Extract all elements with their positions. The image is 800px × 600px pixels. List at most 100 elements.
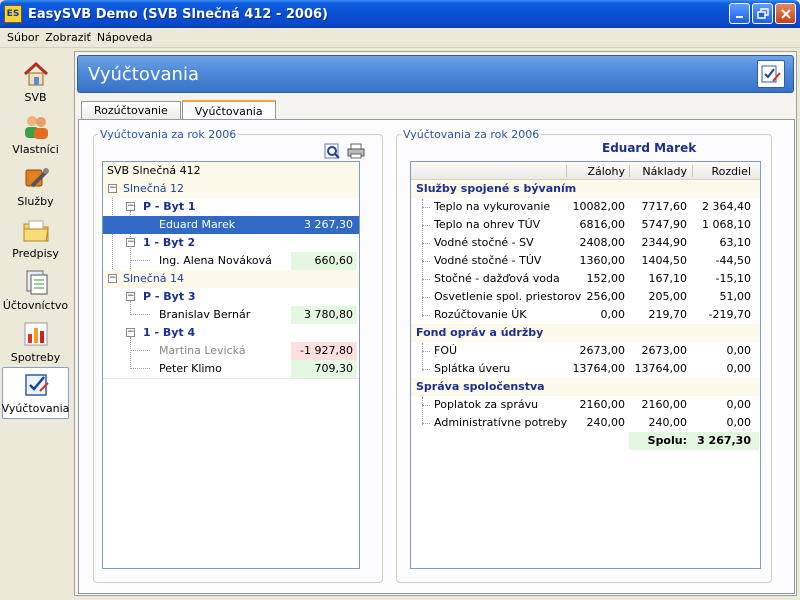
collapse-toggle[interactable]: −	[126, 292, 135, 301]
table-row[interactable]: Teplo na ohrev TÚV 6816,00 5747,90 1 068…	[411, 216, 760, 234]
tree-owner[interactable]: Branislav Bernár 3 780,80	[103, 306, 359, 324]
statements-tree[interactable]: SVB Slnečná 412 − Slnečná 12 − P - Byt 1…	[102, 161, 360, 569]
tree-owner[interactable]: Peter Klimo 709,30	[103, 360, 359, 378]
tree-label: 1 - Byt 4	[143, 326, 196, 339]
difference-value: -219,70	[708, 308, 751, 321]
preview-button[interactable]	[323, 142, 341, 160]
tab-statements[interactable]: Vyúčtovania	[181, 100, 276, 120]
collapse-toggle[interactable]: −	[126, 328, 135, 337]
restore-button[interactable]	[752, 3, 773, 24]
table-row[interactable]: Vodné stočné - SV 2408,00 2344,90 63,10	[411, 234, 760, 252]
total-value: 3 267,30	[697, 434, 751, 447]
tab-strip: Rozúčtovanie Vyúčtovania	[81, 99, 277, 120]
tree-owner[interactable]: Martina Levická -1 927,80	[103, 342, 359, 360]
collapse-toggle[interactable]: −	[108, 184, 117, 193]
column-header[interactable]: Zálohy	[571, 165, 625, 178]
column-header[interactable]: Náklady	[633, 165, 687, 178]
costs-value: 167,10	[648, 272, 688, 285]
table-row[interactable]: Vodné stočné - TÚV 1360,00 1404,50 -44,5…	[411, 252, 760, 270]
menu-file[interactable]: Súbor	[4, 31, 42, 44]
difference-value: 1 068,10	[702, 218, 751, 231]
item-name: FOÚ	[434, 344, 458, 357]
section-title: Služby spojené s bývaním	[416, 182, 577, 195]
item-name: Osvetlenie spol. priestorov	[434, 290, 582, 303]
minimize-icon	[735, 15, 743, 18]
tree-owner-selected[interactable]: Eduard Marek 3 267,30	[103, 216, 359, 234]
ledger-icon	[22, 268, 50, 296]
restore-icon	[756, 7, 769, 19]
group-title: Vyúčtovania za rok 2006	[401, 128, 542, 141]
section-row: Fond opráv a údržby	[411, 324, 760, 342]
item-name: Vodné stočné - TÚV	[434, 254, 542, 267]
table-row[interactable]: Splátka úveru 13764,00 13764,00 0,00	[411, 360, 760, 378]
nav-item-consumption[interactable]: Spotreby	[2, 315, 69, 367]
costs-value: 7717,60	[641, 200, 688, 213]
nav-label: Vlastníci	[12, 143, 59, 156]
nav-item-owners[interactable]: Vlastníci	[2, 107, 69, 159]
tab-allocation[interactable]: Rozúčtovanie	[81, 101, 181, 119]
advances-value: 0,00	[600, 308, 626, 321]
statement-table[interactable]: Zálohy Náklady Rozdiel Služby spojené s …	[410, 161, 761, 569]
nav-label: Účtovníctvo	[2, 299, 69, 312]
table-row[interactable]: Stočné - dažďová voda 152,00 167,10 -15,…	[411, 270, 760, 288]
preview-icon	[324, 143, 340, 159]
table-row[interactable]: Administratívne potreby 240,00 240,00 0,…	[411, 414, 760, 432]
costs-value: 205,00	[648, 290, 688, 303]
close-button[interactable]	[775, 3, 796, 24]
tree-flat[interactable]: − P - Byt 1	[103, 198, 359, 216]
nav-label: Vyúčtovania	[1, 402, 70, 415]
nav-item-services[interactable]: Služby	[2, 159, 69, 211]
difference-value: 0,00	[726, 344, 752, 357]
collapse-toggle[interactable]: −	[126, 202, 135, 211]
difference-value: 2 364,40	[702, 200, 751, 213]
tree-flat[interactable]: − 1 - Byt 4	[103, 324, 359, 342]
nav-item-statements[interactable]: Vyúčtovania	[2, 367, 69, 419]
nav-label: Služby	[17, 195, 54, 208]
tree-label: P - Byt 3	[143, 290, 196, 303]
menu-view[interactable]: Zobraziť	[42, 31, 94, 44]
table-row[interactable]: Rozúčtovanie ÚK 0,00 219,70 -219,70	[411, 306, 760, 324]
house-icon	[22, 60, 50, 88]
advances-value: 6816,00	[579, 218, 626, 231]
tree-owner[interactable]: Ing. Alena Nováková 660,60	[103, 252, 359, 270]
minimize-button[interactable]	[729, 3, 750, 24]
page-header: Vyúčtovania	[77, 55, 794, 93]
nav-item-prescriptions[interactable]: Predpisy	[2, 211, 69, 263]
tree-flat[interactable]: − 1 - Byt 2	[103, 234, 359, 252]
advances-value: 256,00	[586, 290, 626, 303]
total-row: Spolu: 3 267,30	[411, 432, 760, 450]
left-navigation: SVB Vlastníci Služby Predpisy Účtovníctv…	[0, 49, 72, 600]
collapse-toggle[interactable]: −	[108, 274, 117, 283]
bar-chart-icon	[22, 320, 50, 348]
table-row[interactable]: Osvetlenie spol. priestorov 256,00 205,0…	[411, 288, 760, 306]
nav-item-accounting[interactable]: Účtovníctvo	[2, 263, 69, 315]
column-header[interactable]: Rozdiel	[696, 165, 751, 178]
collapse-toggle[interactable]: −	[126, 238, 135, 247]
item-name: Rozúčtovanie ÚK	[434, 308, 527, 321]
close-icon	[780, 8, 791, 19]
tree-root[interactable]: SVB Slnečná 412	[103, 162, 359, 180]
section-title: Fond opráv a údržby	[416, 326, 544, 339]
advances-value: 240,00	[586, 416, 626, 429]
owners-icon	[22, 112, 50, 140]
tree-building[interactable]: − Slnečná 14	[103, 270, 359, 288]
advances-value: 10082,00	[572, 200, 626, 213]
tree-building[interactable]: − Slnečná 12	[103, 180, 359, 198]
section-title: Správa spoločenstva	[416, 380, 545, 393]
app-icon: ES	[4, 5, 22, 23]
table-row[interactable]: FOÚ 2673,00 2673,00 0,00	[411, 342, 760, 360]
page-title: Vyúčtovania	[88, 64, 199, 85]
item-name: Teplo na ohrev TÚV	[434, 218, 541, 231]
costs-value: 5747,90	[641, 218, 688, 231]
print-button[interactable]	[347, 142, 365, 160]
table-row[interactable]: Poplatok za správu 2160,00 2160,00 0,00	[411, 396, 760, 414]
tree-flat[interactable]: − P - Byt 3	[103, 288, 359, 306]
tree-label: Eduard Marek	[159, 218, 236, 231]
advances-value: 13764,00	[572, 362, 626, 375]
costs-value: 1404,50	[641, 254, 688, 267]
table-row[interactable]: Teplo na vykurovanie 10082,00 7717,60 2 …	[411, 198, 760, 216]
item-name: Administratívne potreby	[434, 416, 568, 429]
advances-value: 152,00	[586, 272, 626, 285]
menu-help[interactable]: Nápoveda	[94, 31, 156, 44]
nav-item-svb[interactable]: SVB	[2, 55, 69, 107]
